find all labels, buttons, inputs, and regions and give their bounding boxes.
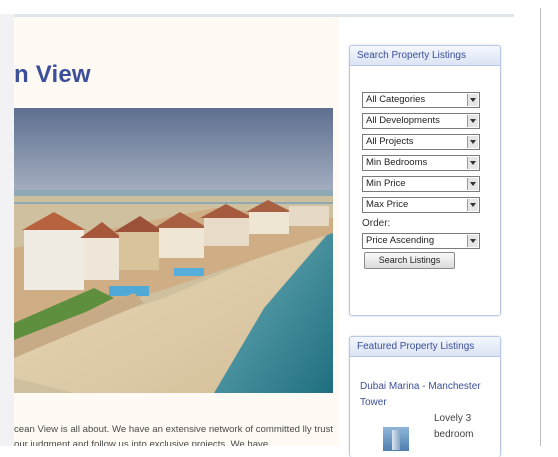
hero-image xyxy=(14,108,333,393)
page-left-margin xyxy=(0,14,14,446)
category-select-value: All Categories xyxy=(366,94,426,105)
development-select[interactable]: All Developments xyxy=(362,113,480,129)
intro-text: cean View is all about. We have an exten… xyxy=(14,424,334,446)
max-price-select-value: Max Price xyxy=(366,199,409,210)
featured-listing-description: Lovely 3 bedroom xyxy=(434,413,474,440)
main-content: n View cean View is all about. We have a… xyxy=(14,17,339,446)
project-select-value: All Projects xyxy=(366,136,414,147)
page-title: n View xyxy=(14,61,91,88)
chevron-down-icon xyxy=(467,115,478,127)
min-price-select[interactable]: Min Price xyxy=(362,176,480,192)
order-select[interactable]: Price Ascending xyxy=(362,233,480,249)
chevron-down-icon xyxy=(467,157,478,169)
page-right-border xyxy=(540,8,541,446)
chevron-down-icon xyxy=(467,94,478,106)
chevron-down-icon xyxy=(467,235,478,247)
chevron-down-icon xyxy=(467,199,478,211)
featured-listing-thumbnail[interactable] xyxy=(383,427,409,451)
min-price-select-value: Min Price xyxy=(366,178,406,189)
development-select-value: All Developments xyxy=(366,115,440,126)
order-label: Order: xyxy=(362,218,391,229)
featured-listing-link[interactable]: Dubai Marina - Manchester Tower xyxy=(360,379,495,411)
featured-widget-title: Featured Property Listings xyxy=(350,337,500,357)
min-bedrooms-select-value: Min Bedrooms xyxy=(366,157,428,168)
search-widget: Search Property Listings All Categories … xyxy=(349,45,501,316)
category-select[interactable]: All Categories xyxy=(362,92,480,108)
featured-widget: Featured Property Listings Dubai Marina … xyxy=(349,336,501,457)
max-price-select[interactable]: Max Price xyxy=(362,197,480,213)
order-select-value: Price Ascending xyxy=(366,235,435,246)
min-bedrooms-select[interactable]: Min Bedrooms xyxy=(362,155,480,171)
project-select[interactable]: All Projects xyxy=(362,134,480,150)
chevron-down-icon xyxy=(467,136,478,148)
beach-villas-photo xyxy=(14,108,333,393)
search-listings-button[interactable]: Search Listings xyxy=(364,252,455,269)
chevron-down-icon xyxy=(467,178,478,190)
search-widget-title: Search Property Listings xyxy=(350,46,500,66)
